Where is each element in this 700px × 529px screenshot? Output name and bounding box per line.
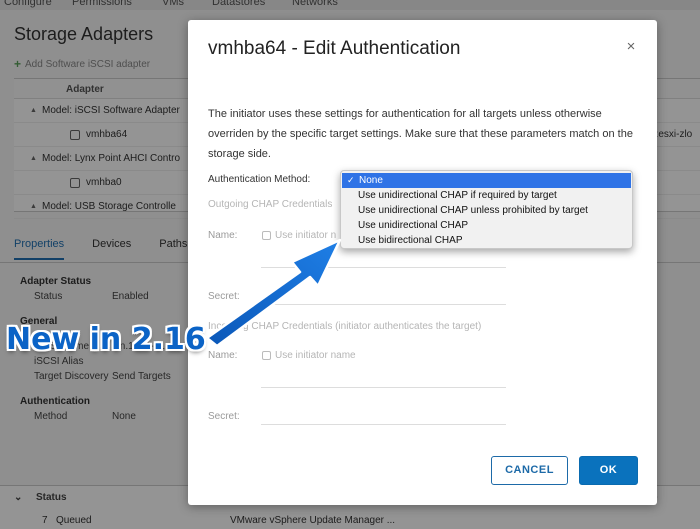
outgoing-name-label: Name:: [208, 230, 238, 241]
annotation-callout: New in 2.16: [6, 322, 206, 357]
checkmark-icon: ✓: [347, 175, 355, 185]
dialog-title: vmhba64 - Edit Authentication: [208, 38, 461, 59]
dropdown-option-none[interactable]: ✓ None: [342, 173, 631, 188]
outgoing-use-initiator-label: Use initiator n: [275, 230, 337, 241]
incoming-chap-title: Incoming CHAP Credentials (initiator aut…: [208, 321, 482, 332]
outgoing-name-field[interactable]: [261, 267, 506, 268]
dropdown-option-chap-bidirectional[interactable]: Use bidirectional CHAP: [341, 233, 632, 248]
dropdown-option-chap-unless-prohibited[interactable]: Use unidirectional CHAP unless prohibite…: [341, 203, 632, 218]
dropdown-option-chap-if-required[interactable]: Use unidirectional CHAP if required by t…: [341, 188, 632, 203]
incoming-secret-label: Secret:: [208, 411, 240, 422]
outgoing-secret-label: Secret:: [208, 291, 240, 302]
cancel-button[interactable]: CANCEL: [491, 456, 568, 485]
outgoing-secret-field[interactable]: [261, 304, 506, 305]
incoming-secret-field[interactable]: [261, 424, 506, 425]
dropdown-option-chap-unidirectional[interactable]: Use unidirectional CHAP: [341, 218, 632, 233]
incoming-name-label: Name:: [208, 350, 238, 361]
outgoing-chap-title: Outgoing CHAP Credentials: [208, 199, 333, 210]
incoming-use-initiator-label: Use initiator name: [275, 350, 356, 361]
dialog-description: The initiator uses these settings for au…: [208, 108, 633, 160]
incoming-use-initiator-checkbox[interactable]: [262, 351, 271, 360]
outgoing-use-initiator-checkbox[interactable]: [262, 231, 271, 240]
auth-method-label: Authentication Method:: [208, 174, 311, 185]
auth-method-dropdown-menu[interactable]: ✓ None Use unidirectional CHAP if requir…: [340, 170, 633, 249]
ok-button[interactable]: OK: [579, 456, 638, 485]
edit-authentication-dialog: vmhba64 - Edit Authentication × The init…: [188, 20, 657, 505]
close-icon[interactable]: ×: [624, 39, 638, 54]
incoming-name-field[interactable]: [261, 387, 506, 388]
